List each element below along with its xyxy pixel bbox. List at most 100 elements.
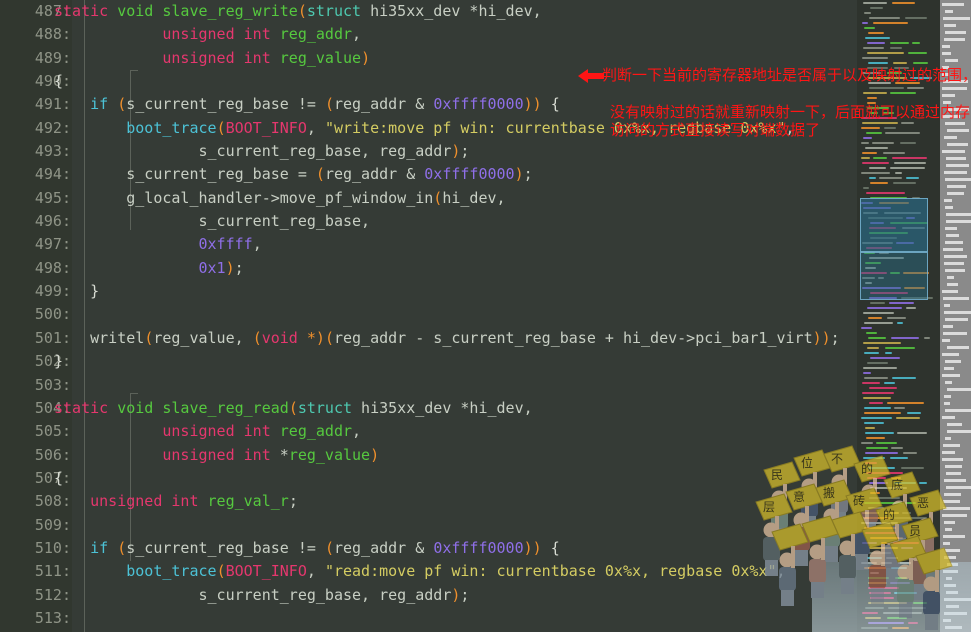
minimap-code-row [862, 122, 898, 124]
scrollbar-marker [946, 220, 971, 223]
minimap-code-row [886, 557, 898, 559]
code-token: s_current_reg_base != [126, 538, 325, 557]
minimap-viewport[interactable] [860, 198, 928, 252]
annotation-line-3: 访问的方式直接读写对端数据了 [610, 121, 821, 139]
code-line[interactable]: unsigned int reg_addr, [54, 420, 954, 443]
minimap-code-row [885, 132, 920, 134]
code-token: ; [830, 328, 840, 347]
code-token: { [541, 538, 560, 557]
minimap-code-row [861, 157, 870, 159]
minimap-code-row [905, 502, 916, 504]
minimap-code-row [870, 487, 907, 489]
minimap-code-row [890, 457, 908, 459]
minimap-code-row [891, 337, 919, 339]
code-token: 0xffff0000 [433, 538, 524, 557]
code-token: )) [523, 95, 542, 114]
code-token: reg_addr & [333, 95, 434, 114]
scrollbar-marker [942, 94, 955, 97]
minimap-code-row [865, 427, 875, 429]
minimap-code-row [870, 492, 880, 494]
scrollbar-marker [944, 136, 957, 139]
scrollbar-marker [945, 465, 962, 468]
code-token: , [306, 118, 325, 137]
minimap-code-row [894, 482, 916, 484]
code-token: ( [288, 398, 298, 417]
code-token: *) [297, 328, 325, 347]
code-token: s_current_reg_base != [126, 95, 325, 114]
code-line[interactable]: static void slave_reg_read(struct hi35xx… [54, 397, 954, 420]
code-line[interactable]: 0x1); [54, 257, 954, 280]
scrollbar-marker [942, 514, 967, 517]
minimap-code-row [891, 567, 907, 569]
code-line[interactable]: s_current_reg_base, reg_addr); [54, 584, 954, 607]
minimap-code-row [901, 122, 914, 124]
code-line[interactable]: if (s_current_reg_base != (reg_addr & 0x… [54, 537, 954, 560]
scrollbar-marker [945, 241, 963, 244]
code-line[interactable]: s_current_reg_base, [54, 210, 954, 233]
code-token: ) [370, 445, 380, 464]
code-token: { [541, 95, 560, 114]
code-line[interactable]: unsigned int reg_addr, [54, 23, 954, 46]
scrollbar-marker [942, 3, 964, 6]
minimap-code-row [879, 177, 902, 179]
code-line[interactable]: unsigned int reg_val_r; [54, 490, 954, 513]
code-line[interactable]: writel(reg_value, (void *)(reg_addr - s_… [54, 327, 954, 350]
code-content[interactable]: static void slave_reg_write(struct hi35x… [54, 0, 954, 632]
scrollbar-marker [945, 549, 960, 552]
minimap-code-row [865, 617, 881, 619]
code-line[interactable]: } [54, 280, 954, 303]
code-line[interactable]: } [54, 350, 954, 373]
scrollbar-marker [946, 486, 971, 489]
minimap-code-row [867, 97, 877, 99]
code-token: ( [433, 188, 443, 207]
code-token: slave_reg_read [162, 398, 289, 417]
code-token: ( [324, 538, 334, 557]
code-line[interactable]: s_current_reg_base, reg_addr); [54, 140, 954, 163]
vertical-scrollbar[interactable] [940, 0, 971, 632]
code-token: s_current_reg_base, reg_addr [54, 142, 452, 161]
code-token: { [54, 468, 64, 487]
minimap-code-row [892, 627, 909, 629]
minimap-code-row [866, 472, 903, 474]
code-line[interactable]: s_current_reg_base = (reg_addr & 0xffff0… [54, 163, 954, 186]
code-line[interactable]: boot_trace(BOOT_INFO, "read:move pf win:… [54, 560, 954, 583]
code-token: reg_addr & [324, 165, 425, 184]
scrollbar-marker [945, 437, 951, 440]
minimap-code-row [863, 457, 885, 459]
minimap-code-row [862, 542, 877, 544]
code-line[interactable]: static void slave_reg_write(struct hi35x… [54, 0, 954, 23]
code-line[interactable]: g_local_handler->move_pf_window_in(hi_de… [54, 187, 954, 210]
minimap-code-row [863, 47, 884, 49]
code-token: BOOT_INFO [225, 118, 307, 137]
code-token: struct [297, 398, 353, 417]
code-editor[interactable]: 487: 488: 489: 490: 491: 492: 493: 494: 495: 496:… [0, 0, 971, 632]
code-line[interactable]: 0xffff, [54, 233, 954, 256]
code-line[interactable] [54, 374, 954, 397]
code-token: hi35xx_dev *hi_dev, [352, 398, 533, 417]
minimap-code-row [863, 342, 901, 344]
code-token: ; [523, 165, 533, 184]
code-line[interactable] [54, 514, 954, 537]
code-token: if [90, 95, 109, 114]
minimap-code-row [907, 87, 924, 89]
code-line[interactable] [54, 303, 954, 326]
minimap-code-row [867, 42, 885, 44]
scrollbar-marker [946, 213, 971, 216]
minimap-code-row [861, 627, 888, 629]
minimap-code-row [864, 527, 896, 529]
code-line[interactable]: { [54, 467, 954, 490]
minimap-code-row [906, 177, 919, 179]
minimap-code-row [900, 142, 916, 144]
minimap-code-row [862, 57, 888, 59]
scrollbar-marker [947, 276, 954, 279]
code-line[interactable] [54, 607, 954, 630]
minimap-viewport-secondary[interactable] [860, 252, 928, 300]
code-line[interactable]: unsigned int *reg_value) [54, 444, 954, 467]
minimap-code-row [897, 322, 903, 324]
code-minimap[interactable] [857, 0, 940, 632]
